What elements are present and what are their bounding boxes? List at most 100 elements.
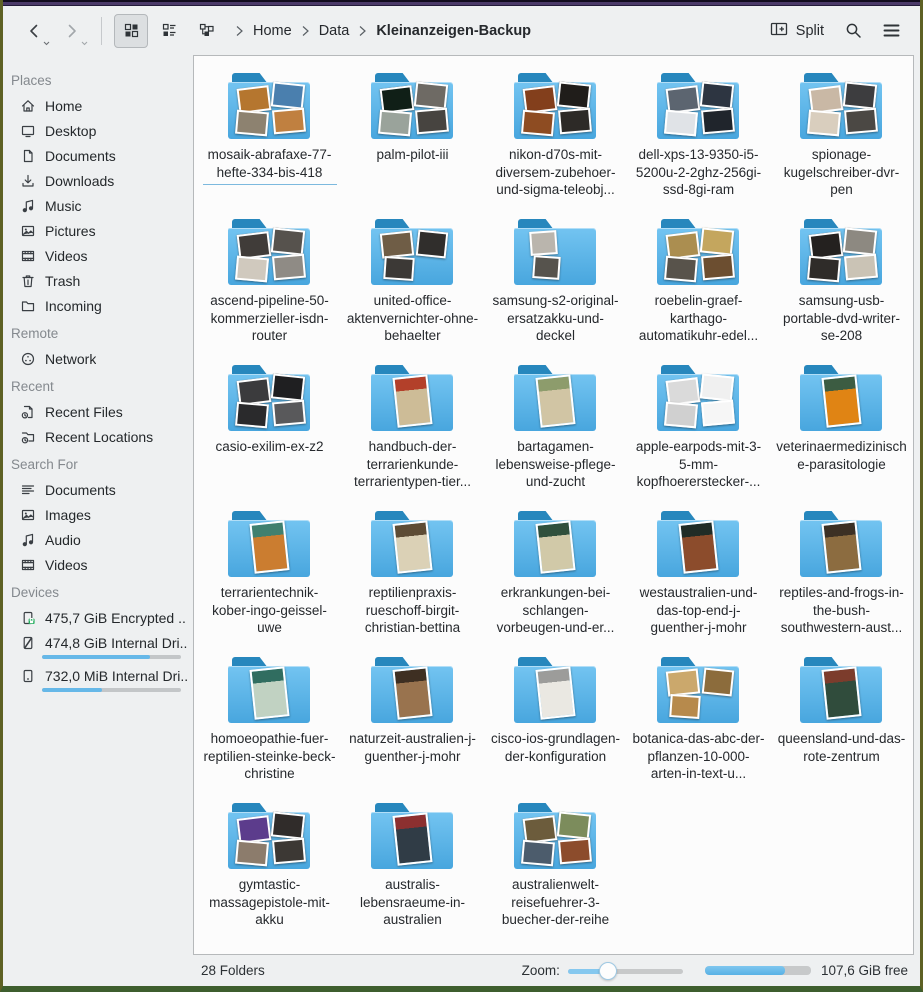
folder-item[interactable]: mosaik-abrafaxe-77-hefte-334-bis-418 [198,68,341,214]
folder-label-wrap: australienwelt-reisefuehrer-3-buecher-de… [489,876,623,929]
menu-button[interactable] [874,14,908,48]
sidebar-item-documents[interactable]: Documents [3,477,193,502]
sidebar-item-label: Videos [45,248,88,264]
drive-lock-icon [19,609,36,626]
folder-item[interactable]: samsung-usb-portable-dvd-writer-se-208 [770,214,913,360]
breadcrumb-segment[interactable]: Data [313,20,356,42]
zoom-slider-handle[interactable] [599,962,617,980]
folder-label: roebelin-graef-karthago-automatikuhr-ede… [632,292,766,345]
sidebar-item-home[interactable]: Home [3,93,193,118]
folder-preview-thumbnail [521,840,555,867]
folder-item[interactable]: australis-lebensraeume-in-australien [341,798,484,944]
sidebar-item-trash[interactable]: Trash [3,268,193,293]
sidebar-item-label: Trash [45,273,80,289]
status-bar: 28 Folders Zoom: 107,6 GiB free [193,955,914,986]
sidebar-item-music[interactable]: Music [3,193,193,218]
folder-item[interactable]: erkrankungen-bei-schlangen-vorbeugen-und… [484,506,627,652]
sidebar-item-recent-locations[interactable]: Recent Locations [3,424,193,449]
folder-item[interactable]: naturzeit-australien-j-guenther-j-mohr [341,652,484,798]
network-icon [19,350,36,367]
folder-item[interactable]: casio-exilim-ex-z2 [198,360,341,506]
folder-item[interactable]: apple-earpods-mit-3-5-mm-kopfhoerersteck… [627,360,770,506]
folder-item[interactable]: roebelin-graef-karthago-automatikuhr-ede… [627,214,770,360]
sidebar-item-videos[interactable]: Videos [3,243,193,268]
breadcrumb-segment[interactable]: Kleinanzeigen-Backup [370,20,537,42]
folder-view[interactable]: mosaik-abrafaxe-77-hefte-334-bis-418 palm… [193,55,914,955]
folder-item[interactable]: queensland-und-das-rote-zentrum [770,652,913,798]
folder-item[interactable]: gymtastic-massagepistole-mit-akku [198,798,341,944]
folder-icon [371,365,455,431]
view-compact-button[interactable] [152,14,186,48]
free-space-label: 107,6 GiB free [821,963,908,978]
split-view-icon [770,21,789,41]
sidebar-item-label: 474,8 GiB Internal Dri... [45,635,187,651]
folder-label-wrap: palm-pilot-iii [346,146,480,164]
folder-item[interactable]: bartagamen-lebensweise-pflege-und-zucht [484,360,627,506]
sidebar-item-documents[interactable]: Documents [3,143,193,168]
forward-button[interactable] [55,14,89,48]
folder-icon [371,657,455,723]
folder-preview-thumbnail [664,402,698,429]
sidebar-section-title: Devices [3,577,193,605]
folder-item[interactable]: dell-xps-13-9350-i5-5200u-2-2ghz-256gi-s… [627,68,770,214]
zoom-label: Zoom: [522,963,560,978]
folder-icon [800,511,884,577]
folder-item[interactable]: australienwelt-reisefuehrer-3-buecher-de… [484,798,627,944]
back-button[interactable] [17,14,51,48]
sidebar-item-audio[interactable]: Audio [3,527,193,552]
breadcrumb-separator-icon [300,25,311,37]
view-icons-button[interactable] [114,14,148,48]
sidebar-item-incoming[interactable]: Incoming [3,293,193,318]
folder-item[interactable]: westaustralien-und-das-top-end-j-guenthe… [627,506,770,652]
folder-item[interactable]: nikon-d70s-mit-diversem-zubehoer-und-sig… [484,68,627,214]
zoom-slider[interactable] [568,962,683,980]
folder-icon [657,73,741,139]
folder-label: bartagamen-lebensweise-pflege-und-zucht [489,438,623,491]
sidebar-item-732-0-mib-internal-dri[interactable]: 732,0 MiB Internal Dri... [3,663,193,688]
sidebar-item-network[interactable]: Network [3,346,193,371]
folder-item[interactable]: palm-pilot-iii [341,68,484,214]
folder-item[interactable]: samsung-s2-original-ersatzakku-und-decke… [484,214,627,360]
home-icon [19,97,36,114]
folder-item[interactable]: veterinaermedizinische-parasitologie [770,360,913,506]
sidebar-item-475-7-gib-encrypted[interactable]: 475,7 GiB Encrypted ... [3,605,193,630]
folder-label: mosaik-abrafaxe-77-hefte-334-bis-418 [203,146,337,181]
folder-item[interactable]: terrarientechnik-kober-ingo-geissel-uwe [198,506,341,652]
folder-label-wrap: cisco-ios-grundlagen-der-konfiguration [489,730,623,765]
folder-item[interactable]: ascend-pipeline-50-kommerzieller-isdn-ro… [198,214,341,360]
folder-item[interactable]: spionage-kugelschreiber-dvr-pen [770,68,913,214]
folder-label: erkrankungen-bei-schlangen-vorbeugen-und… [489,584,623,637]
split-button[interactable]: Split [762,16,832,46]
folder-icon [228,511,312,577]
doc-lines-icon [19,481,36,498]
sidebar-item-videos[interactable]: Videos [3,552,193,577]
folder-preview-thumbnail [701,668,734,697]
sidebar-item-desktop[interactable]: Desktop [3,118,193,143]
folder-item[interactable]: handbuch-der-terrarienkunde-terrarientyp… [341,360,484,506]
sidebar-item-images[interactable]: Images [3,502,193,527]
folder-item[interactable]: reptilienpraxis-rueschoff-birgit-christi… [341,506,484,652]
folder-item[interactable]: botanica-das-abc-der-pflanzen-10-000-art… [627,652,770,798]
folder-icon [514,803,598,869]
search-button[interactable] [836,14,870,48]
folder-label: cisco-ios-grundlagen-der-konfiguration [489,730,623,765]
desktop-icon [19,122,36,139]
breadcrumb-segment[interactable]: Home [247,20,298,42]
folder-item[interactable]: cisco-ios-grundlagen-der-konfiguration [484,652,627,798]
folder-preview-thumbnail [669,694,701,719]
sidebar-item-downloads[interactable]: Downloads [3,168,193,193]
back-dropdown-caret-icon[interactable] [43,41,50,46]
folder-item[interactable]: homoeopathie-fuer-reptilien-steinke-beck… [198,652,341,798]
folder-item[interactable]: reptiles-and-frogs-in-the-bush-southwest… [770,506,913,652]
folder-preview-thumbnail [556,811,590,839]
sidebar-item-pictures[interactable]: Pictures [3,218,193,243]
view-details-button[interactable] [190,14,224,48]
folder-item[interactable]: united-office-aktenvernichter-ohne-behae… [341,214,484,360]
sidebar-item-recent-files[interactable]: Recent Files [3,399,193,424]
forward-dropdown-caret-icon[interactable] [81,41,88,46]
sidebar-item-474-8-gib-internal-dri[interactable]: 474,8 GiB Internal Dri... [3,630,193,655]
device-usage-fill [42,655,150,659]
folder-label-wrap: samsung-usb-portable-dvd-writer-se-208 [775,292,909,345]
breadcrumb-separator-icon [357,25,368,37]
sidebar-item-label: Incoming [45,298,102,314]
